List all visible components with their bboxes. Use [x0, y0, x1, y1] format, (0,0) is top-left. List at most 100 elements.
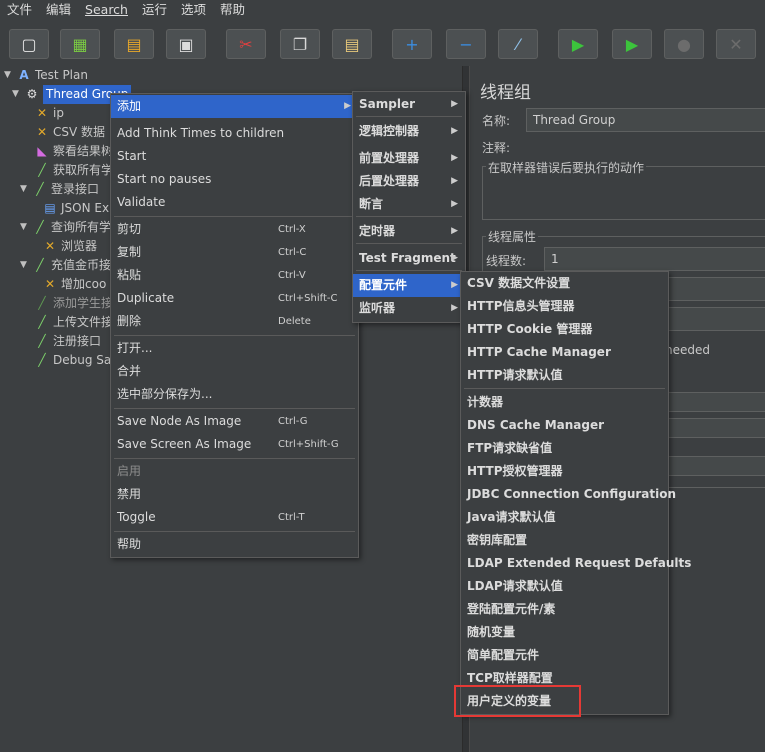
add-menu-item[interactable]: Test Fragment ▶ [353, 247, 465, 270]
config-menu-item[interactable]: HTTP Cookie 管理器 [461, 318, 668, 341]
config-menu-item[interactable]: 登陆配置元件/素 [461, 598, 668, 621]
menu-item-add[interactable]: 添加 ▶ [111, 95, 358, 118]
menu-item-merge[interactable]: 合并 [111, 360, 358, 383]
tree-node-label: 查询所有学 [51, 220, 112, 234]
save-button[interactable]: ▣ [166, 29, 206, 59]
tree-node-browser[interactable]: ✕ 浏览器 [42, 237, 97, 256]
menu-item-copy[interactable]: 复制 Ctrl-C [111, 241, 358, 264]
add-menu-item[interactable]: 定时器 ▶ [353, 220, 465, 243]
threads-field[interactable]: 1 [544, 247, 765, 271]
open-button[interactable]: ▤ [114, 29, 154, 59]
tree-node-view-results[interactable]: ◣ 察看结果树 [34, 142, 113, 161]
collapse-button[interactable]: − [446, 29, 486, 59]
add-menu-item[interactable]: 后置处理器 ▶ [353, 170, 465, 193]
shutdown-button[interactable]: ✕ [716, 29, 756, 59]
add-menu-item[interactable]: 配置元件 ▶ [353, 274, 465, 297]
menu-item-start-no-pauses[interactable]: Start no pauses [111, 168, 358, 191]
config-menu-item[interactable]: 计数器 [461, 391, 668, 414]
cut-icon: ✂ [239, 34, 253, 54]
tree-node-get-all[interactable]: ╱ 获取所有学 [34, 161, 113, 180]
menu-item-save-node-image[interactable]: Save Node As Image Ctrl-G [111, 410, 358, 433]
menu-edit[interactable]: 编辑 [39, 0, 78, 20]
tree-node-login[interactable]: ▼ ╱ 登录接口 [20, 180, 99, 199]
config-menu-item[interactable]: LDAP Extended Request Defaults [461, 552, 691, 575]
menu-item-disable[interactable]: 禁用 [111, 483, 358, 506]
config-menu-item[interactable]: CSV 数据文件设置 [461, 272, 668, 295]
menu-item-cut[interactable]: 剪切 Ctrl-X [111, 218, 358, 241]
cut-button[interactable]: ✂ [226, 29, 266, 59]
expand-arrow-icon[interactable]: ▼ [4, 66, 16, 85]
tree-node-add-student[interactable]: ╱ 添加学生接 [34, 294, 113, 313]
menu-item-label: Java请求默认值 [467, 510, 556, 524]
menu-item-label: 断言 [359, 197, 384, 211]
tree-node-debug-sampler[interactable]: ╱ Debug Sa [34, 351, 111, 370]
tree-node-recharge[interactable]: ▼ ╱ 充值金币接 [20, 256, 111, 275]
menu-search[interactable]: Search [78, 0, 135, 20]
expand-arrow-icon[interactable]: ▼ [20, 256, 32, 275]
menu-item-add-think-times[interactable]: Add Think Times to children [111, 122, 358, 145]
tree-node-add-cookie[interactable]: ✕ 增加coo [42, 275, 106, 294]
menu-help[interactable]: 帮助 [213, 0, 252, 20]
config-menu-item[interactable]: 随机变量 [461, 621, 668, 644]
config-menu-item[interactable]: JDBC Connection Configuration [461, 483, 676, 506]
menu-run[interactable]: 运行 [135, 0, 174, 20]
name-field[interactable]: Thread Group [526, 108, 765, 132]
expand-arrow-icon[interactable]: ▼ [20, 180, 32, 199]
menu-item-enable[interactable]: 启用 [111, 460, 358, 483]
config-menu-item[interactable]: LDAP请求默认值 [461, 575, 668, 598]
config-menu-item[interactable]: HTTP信息头管理器 [461, 295, 668, 318]
add-menu-item[interactable]: 逻辑控制器 ▶ [353, 120, 465, 143]
config-menu-item[interactable]: 密钥库配置 [461, 529, 668, 552]
sampler-icon: ╱ [38, 353, 46, 367]
toggle-button[interactable]: ⁄ [498, 29, 538, 59]
menu-item-label: LDAP Extended Request Defaults [467, 556, 692, 570]
menu-item-label: HTTP请求默认值 [467, 368, 563, 382]
menu-item-delete[interactable]: 删除 Delete [111, 310, 358, 333]
tree-node-test-plan[interactable]: ▼ A Test Plan [4, 66, 88, 85]
start-button[interactable]: ▶ [558, 29, 598, 59]
menu-file[interactable]: 文件 [0, 0, 39, 20]
tree-node-register[interactable]: ╱ 注册接口 [34, 332, 101, 351]
config-menu-item[interactable]: HTTP授权管理器 [461, 460, 668, 483]
submenu-arrow-icon: ▶ [451, 126, 458, 136]
menu-item-save-selection-as[interactable]: 选中部分保存为... [111, 383, 358, 406]
menu-item-validate[interactable]: Validate [111, 191, 358, 214]
menu-item-save-screen-image[interactable]: Save Screen As Image Ctrl+Shift-G [111, 433, 358, 456]
tree-node-query-all[interactable]: ▼ ╱ 查询所有学 [20, 218, 111, 237]
templates-button[interactable]: ▦ [60, 29, 100, 59]
add-menu-item[interactable]: 监听器 ▶ [353, 297, 465, 320]
config-menu-item[interactable]: 简单配置元件 [461, 644, 668, 667]
tree-node-json-extractor[interactable]: ▤ JSON Ex [42, 199, 109, 218]
tree-node-ip[interactable]: ✕ ip [34, 104, 64, 123]
collapse-icon: − [459, 34, 473, 54]
expand-arrow-icon[interactable]: ▼ [12, 85, 24, 104]
menu-item-label: 打开... [117, 341, 153, 355]
tree-node-csv[interactable]: ✕ CSV 数据 [34, 123, 105, 142]
add-menu-item[interactable]: 前置处理器 ▶ [353, 147, 465, 170]
menu-item-open[interactable]: 打开... [111, 337, 358, 360]
menu-item-duplicate[interactable]: Duplicate Ctrl+Shift-C [111, 287, 358, 310]
menu-item-start[interactable]: Start [111, 145, 358, 168]
config-menu-item[interactable]: DNS Cache Manager [461, 414, 668, 437]
start-no-pauses-button[interactable]: ▶ [612, 29, 652, 59]
copy-button[interactable]: ❐ [280, 29, 320, 59]
add-menu-item[interactable]: 断言 ▶ [353, 193, 465, 216]
expand-button[interactable]: + [392, 29, 432, 59]
config-menu-item[interactable]: Java请求默认值 [461, 506, 668, 529]
menu-item-help[interactable]: 帮助 [111, 533, 358, 556]
tree-node-upload[interactable]: ╱ 上传文件接 [34, 313, 113, 332]
paste-button[interactable]: ▤ [332, 29, 372, 59]
menu-item-paste[interactable]: 粘贴 Ctrl-V [111, 264, 358, 287]
config-menu-item[interactable]: HTTP Cache Manager [461, 341, 668, 364]
add-menu-item[interactable]: Sampler ▶ [353, 93, 465, 116]
expand-arrow-icon[interactable]: ▼ [20, 218, 32, 237]
config-menu-item[interactable]: FTP请求缺省值 [461, 437, 668, 460]
menu-options[interactable]: 选项 [174, 0, 213, 20]
stop-button[interactable]: ● [664, 29, 704, 59]
menu-item-label: 监听器 [359, 301, 396, 315]
config-menu-item[interactable]: HTTP请求默认值 [461, 364, 668, 387]
new-button[interactable]: ▢ [9, 29, 49, 59]
menu-item-toggle[interactable]: Toggle Ctrl-T [111, 506, 358, 529]
menu-item-label: LDAP请求默认值 [467, 579, 563, 593]
comment-field[interactable] [520, 137, 765, 156]
